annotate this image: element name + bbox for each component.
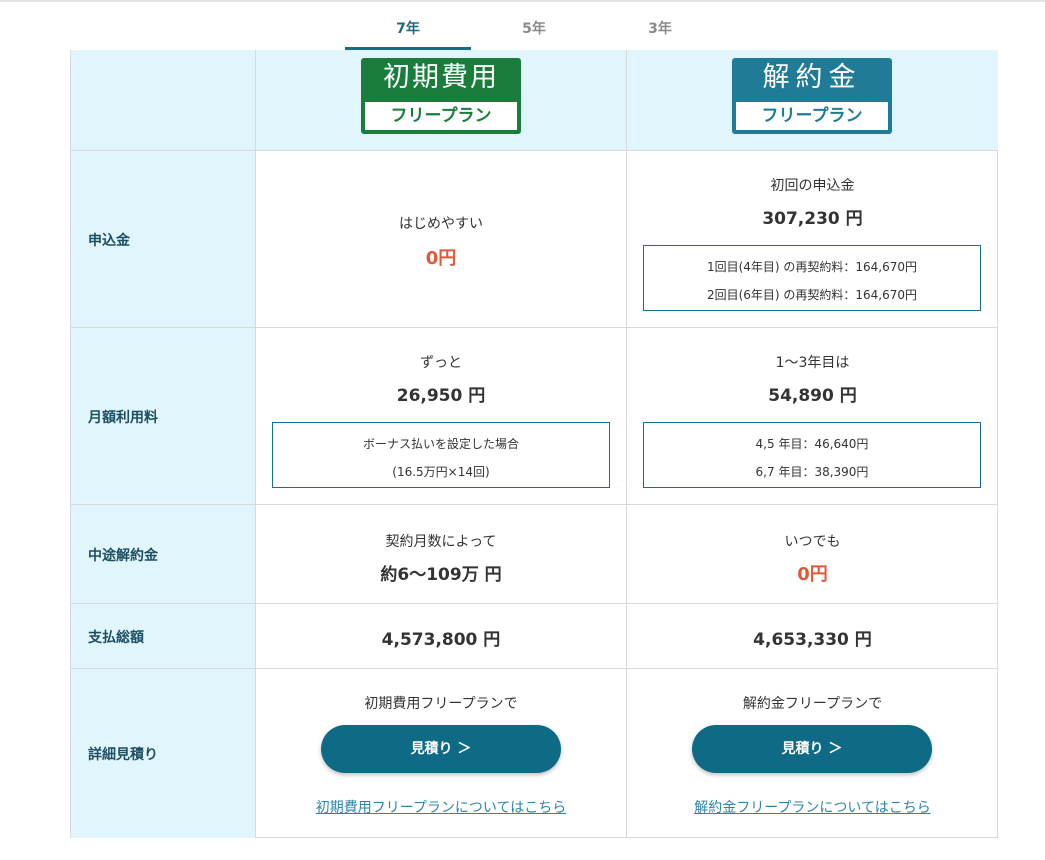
caption: 初期費用フリープランで xyxy=(364,696,518,712)
tab-3-years[interactable]: 3年 xyxy=(597,18,723,50)
note-line: 1回目(4年目) の再契約料：164,670円 xyxy=(706,260,918,274)
renewal-fee-note-box: 1回目(4年目) の再契約料：164,670円 2回目(6年目) の再契約料：1… xyxy=(643,245,981,311)
plan-comparison-table: 初期費用 フリープラン 解約金 フリープラン 申込金 はじめやすい 0円 初回の… xyxy=(70,50,998,838)
badge-title: 初期費用 xyxy=(383,62,499,93)
cancel-free-plan-badge: 解約金 フリープラン xyxy=(732,58,892,134)
caption: はじめやすい xyxy=(399,216,483,232)
caption: 初回の申込金 xyxy=(770,178,855,194)
caption: 契約月数によって xyxy=(385,534,497,550)
cancel-total-cell: 4,653,330 円 xyxy=(627,604,998,669)
initial-free-plan-badge: 初期費用 フリープラン xyxy=(361,58,521,134)
row-label-total: 支払総額 xyxy=(88,630,144,646)
caption: ずっと xyxy=(420,355,462,371)
row-label-monthly-fee: 月額利用料 xyxy=(88,410,158,426)
cancel-free-estimate-button[interactable]: 見積り ＞ xyxy=(692,725,932,773)
note-line: 2回目(6年目) の再契約料：164,670円 xyxy=(706,288,918,302)
note-line: ボーナス払いを設定した場合 xyxy=(362,437,519,451)
price-value: 0円 xyxy=(425,248,457,269)
header-initial-free-plan: 初期費用 フリープラン xyxy=(256,50,627,151)
price-value: 307,230 円 xyxy=(762,209,863,229)
row-label-application-fee: 申込金 xyxy=(88,233,130,249)
tab-7-years[interactable]: 7年 xyxy=(345,18,471,50)
bonus-payment-note-box: ボーナス払いを設定した場合 (16.5万円×14回) xyxy=(272,422,610,488)
initial-free-estimate-button[interactable]: 見積り ＞ xyxy=(321,725,561,773)
cancel-free-plan-details-link[interactable]: 解約金フリープランについてはこちら xyxy=(627,797,998,817)
row-label-cell: 詳細見積り xyxy=(71,669,256,838)
note-line: 6,7 年目：38,390円 xyxy=(755,465,869,479)
header-cancel-free-plan: 解約金 フリープラン xyxy=(627,50,998,151)
initial-estimate-cell: 初期費用フリープランで 見積り ＞ 初期費用フリープランについてはこちら xyxy=(256,669,627,838)
cancel-application-fee-cell: 初回の申込金 307,230 円 1回目(4年目) の再契約料：164,670円… xyxy=(627,151,998,328)
tab-label: 3年 xyxy=(648,21,672,37)
badge-subtitle: フリープラン xyxy=(736,102,888,130)
initial-total-cell: 4,573,800 円 xyxy=(256,604,627,669)
caption: いつでも xyxy=(784,534,841,550)
note-line: 4,5 年目：46,640円 xyxy=(755,437,869,451)
price-value: 4,573,800 円 xyxy=(381,630,501,650)
cancel-monthly-fee-cell: 1〜3年目は 54,890 円 4,5 年目：46,640円 6,7 年目：38… xyxy=(627,328,998,505)
cancel-estimate-cell: 解約金フリープランで 見積り ＞ 解約金フリープランについてはこちら xyxy=(627,669,998,838)
row-label-cancellation-fee: 中途解約金 xyxy=(88,548,158,564)
row-label-estimate: 詳細見積り xyxy=(88,747,158,763)
header-empty-cell xyxy=(71,50,256,151)
row-label-cell: 中途解約金 xyxy=(71,505,256,604)
badge-title: 解約金 xyxy=(762,62,862,93)
price-value: 約6〜109万 円 xyxy=(380,565,502,585)
caption: 1〜3年目は xyxy=(775,355,850,371)
initial-monthly-fee-cell: ずっと 26,950 円 ボーナス払いを設定した場合 (16.5万円×14回) xyxy=(256,328,627,505)
price-value: 26,950 円 xyxy=(396,386,486,406)
badge-subtitle: フリープラン xyxy=(365,102,517,130)
caption: 解約金フリープランで xyxy=(742,696,883,712)
cancel-cancellation-fee-cell: いつでも 0円 xyxy=(627,505,998,604)
price-value: 0円 xyxy=(797,564,828,585)
initial-cancellation-fee-cell: 契約月数によって 約6〜109万 円 xyxy=(256,505,627,604)
top-divider xyxy=(0,0,1045,2)
row-label-cell: 月額利用料 xyxy=(71,328,256,505)
price-value: 54,890 円 xyxy=(768,386,857,406)
tab-label: 7年 xyxy=(396,21,420,37)
row-label-cell: 申込金 xyxy=(71,151,256,328)
tab-label: 5年 xyxy=(522,21,546,37)
initial-free-plan-details-link[interactable]: 初期費用フリープランについてはこちら xyxy=(256,797,626,817)
later-years-fee-note-box: 4,5 年目：46,640円 6,7 年目：38,390円 xyxy=(643,422,981,488)
row-label-cell: 支払総額 xyxy=(71,604,256,669)
tab-5-years[interactable]: 5年 xyxy=(471,18,597,50)
note-line: (16.5万円×14回) xyxy=(392,465,490,479)
price-value: 4,653,330 円 xyxy=(753,630,872,650)
initial-application-fee-cell: はじめやすい 0円 xyxy=(256,151,627,328)
